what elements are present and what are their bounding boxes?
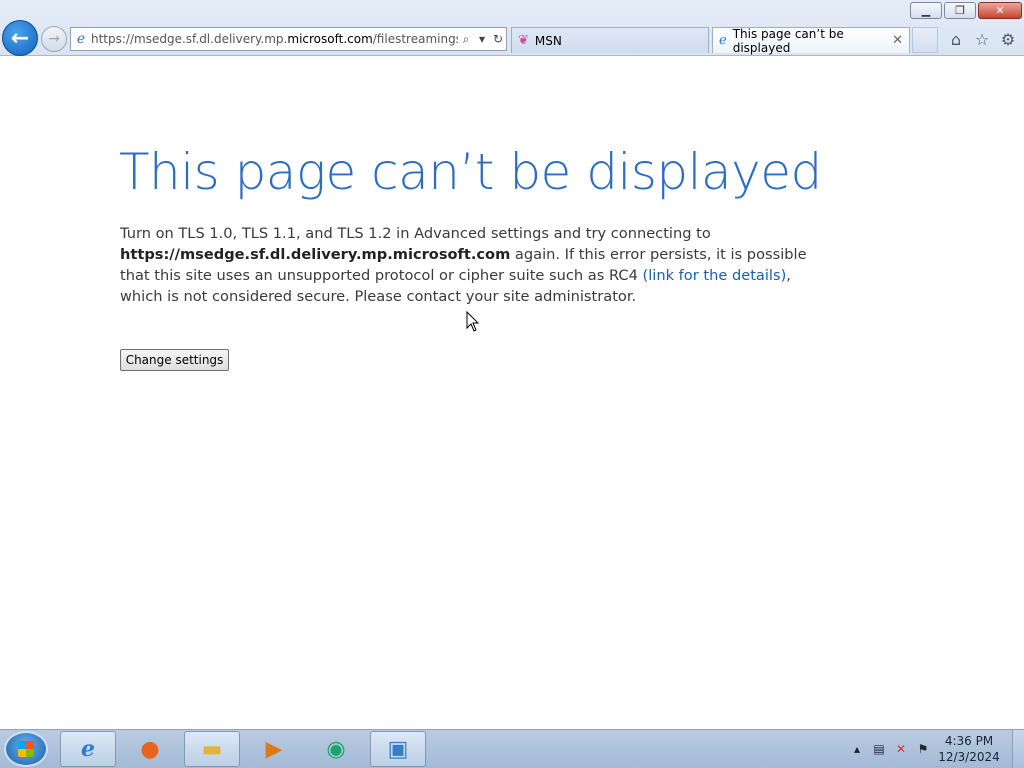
action-center-flag-icon[interactable]: ⚑	[912, 742, 934, 756]
network-icon[interactable]: ▤	[868, 742, 890, 756]
address-bar[interactable]: ℯ https://msedge.sf.dl.delivery.mp.micro…	[70, 27, 507, 51]
minimize-icon: ▁	[921, 4, 931, 17]
browser-chrome: ▁ ❐ ✕ ← → ℯ https://msedge.sf.dl.deliver…	[0, 0, 1024, 56]
error-message: Turn on TLS 1.0, TLS 1.1, and TLS 1.2 in…	[120, 223, 820, 307]
taskbar-explorer[interactable]: ▬	[184, 731, 240, 767]
windows-logo-icon	[18, 741, 34, 757]
url-text[interactable]: https://msedge.sf.dl.delivery.mp.microso…	[91, 32, 458, 46]
firefox-icon: ●	[140, 736, 160, 762]
show-desktop-button[interactable]	[1012, 730, 1024, 768]
taskbar-media-player[interactable]: ▶	[246, 731, 302, 767]
message-host: https://msedge.sf.dl.delivery.mp.microso…	[120, 246, 511, 263]
taskbar-control-panel[interactable]: ▣	[370, 731, 426, 767]
tab-label: MSN	[534, 33, 562, 48]
change-settings-button[interactable]: Change settings	[120, 349, 229, 371]
tab-close-icon[interactable]: ✕	[892, 33, 903, 48]
window-controls: ▁ ❐ ✕	[910, 2, 1022, 19]
media-player-icon: ▶	[265, 736, 283, 762]
page-content: This page can’t be displayed Turn on TLS…	[0, 57, 1024, 729]
back-button[interactable]: ←	[2, 20, 38, 56]
ie-page-icon: ℯ	[76, 31, 86, 47]
forward-button[interactable]: →	[41, 26, 67, 52]
tab-msn[interactable]: ❦ MSN	[511, 27, 709, 53]
taskbar: ℯ ● ▬ ▶ ◉ ▣ ▴ ▤ ✕ ⚑ 4:36 PM 12/3/2024	[0, 729, 1024, 768]
url-domain: microsoft.com	[287, 32, 373, 46]
page-title: This page can’t be displayed	[119, 143, 822, 201]
forward-arrow-icon: →	[48, 31, 60, 47]
url-prefix: https://msedge.sf.dl.delivery.mp.	[91, 32, 288, 46]
search-icon[interactable]: ⌕	[458, 32, 474, 47]
details-link[interactable]: (link for the details)	[643, 267, 787, 284]
close-icon: ✕	[995, 4, 1005, 17]
new-tab-button[interactable]	[912, 27, 938, 53]
tab-label: This page can’t be displayed	[732, 26, 844, 55]
show-hidden-icons-icon[interactable]: ▴	[846, 742, 868, 756]
restore-icon: ❐	[955, 4, 965, 17]
control-panel-icon: ▣	[387, 736, 409, 762]
favorites-star-icon[interactable]: ☆	[972, 29, 992, 49]
ie-tab-icon: ℯ	[719, 33, 727, 48]
msn-butterfly-icon: ❦	[518, 33, 529, 48]
taskbar-ie[interactable]: ℯ	[60, 731, 116, 767]
message-line1: Turn on TLS 1.0, TLS 1.1, and TLS 1.2 in…	[120, 225, 711, 242]
back-arrow-icon: ←	[10, 25, 30, 51]
clock-date: 12/3/2024	[938, 750, 1000, 764]
gear-icon[interactable]: ⚙	[998, 29, 1018, 49]
internet-explorer-icon: ℯ	[81, 736, 95, 762]
taskbar-edge[interactable]: ◉	[308, 731, 364, 767]
toolbar-icons: ⌂ ☆ ⚙	[946, 29, 1018, 49]
close-window-button[interactable]: ✕	[978, 2, 1022, 19]
restore-button[interactable]: ❐	[944, 2, 976, 19]
clock[interactable]: 4:36 PM 12/3/2024	[934, 733, 1004, 765]
start-button[interactable]	[4, 731, 48, 767]
minimize-button[interactable]: ▁	[910, 2, 942, 19]
taskbar-firefox[interactable]: ●	[122, 731, 178, 767]
tab-error-page[interactable]: ℯ This page can’t be displayed ✕	[712, 26, 910, 55]
folder-icon: ▬	[201, 736, 223, 762]
edge-icon: ◉	[326, 736, 346, 762]
clock-time: 4:36 PM	[944, 734, 994, 748]
dropdown-icon[interactable]: ▾	[474, 32, 490, 46]
home-icon[interactable]: ⌂	[946, 29, 966, 49]
url-suffix: /filestreamingservic	[372, 32, 458, 46]
refresh-icon[interactable]: ↻	[490, 32, 506, 46]
volume-muted-icon[interactable]: ✕	[890, 742, 912, 756]
